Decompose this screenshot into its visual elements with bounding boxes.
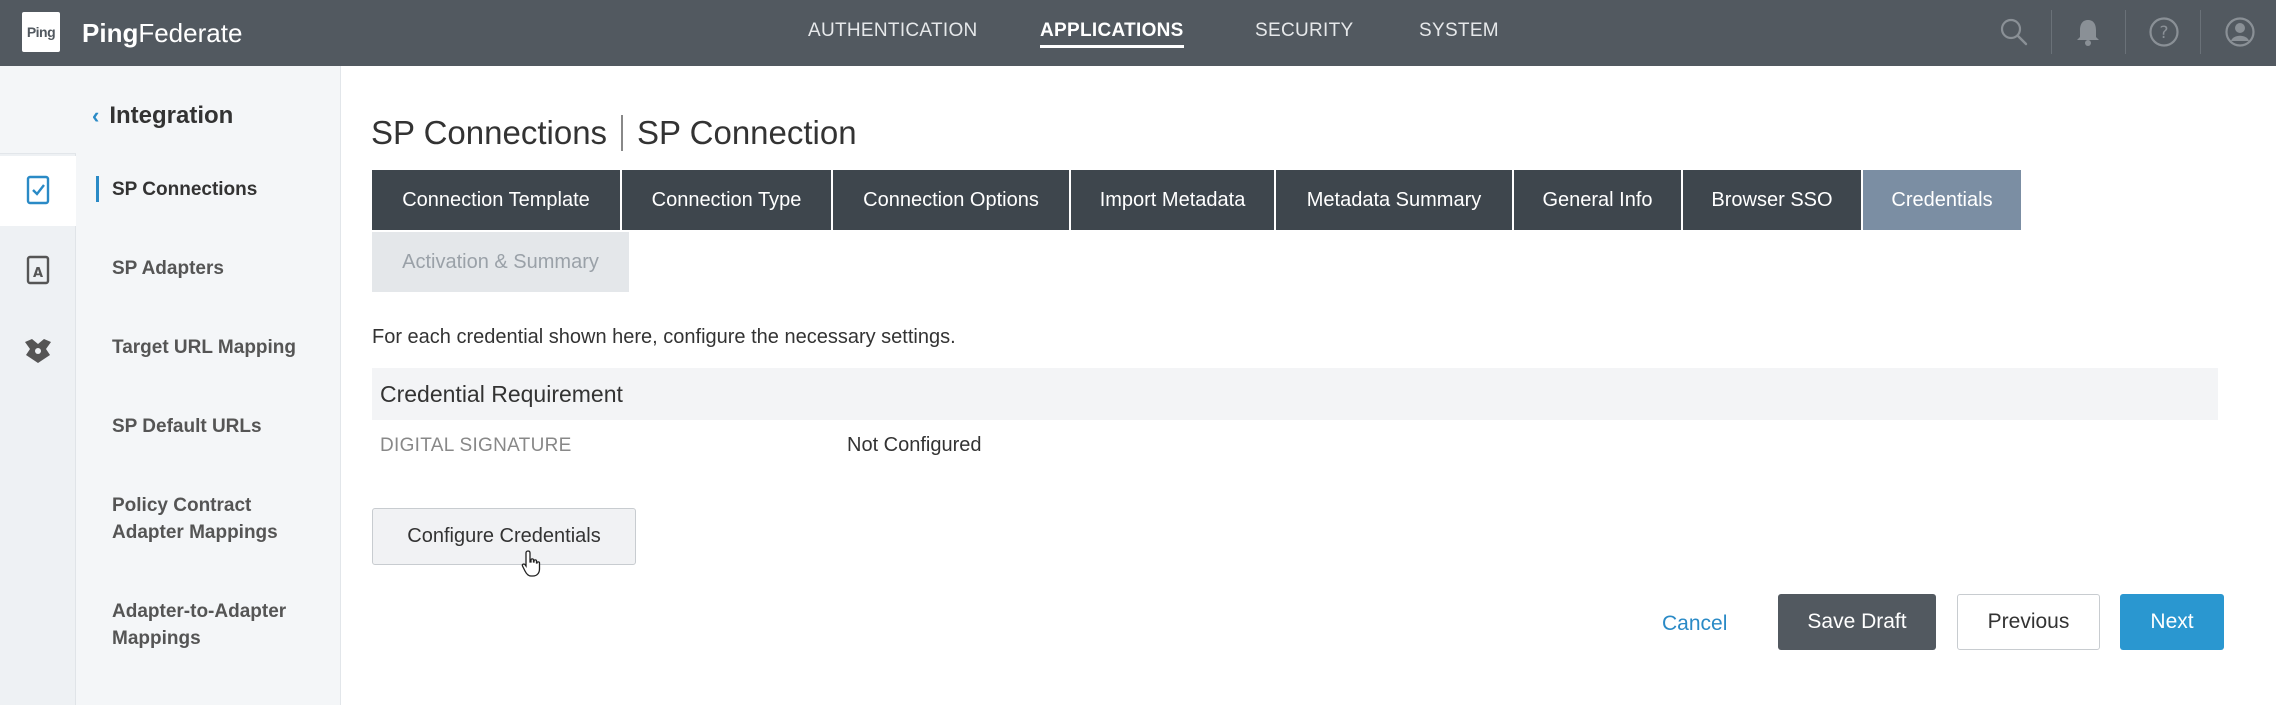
- brand-bold: Ping: [82, 18, 139, 48]
- cancel-link[interactable]: Cancel: [1662, 612, 1727, 636]
- main-content: SP Connections SP Connection Connection …: [341, 66, 2276, 705]
- tab-activation-summary: Activation & Summary: [372, 232, 629, 292]
- sidebar-item-adapter-to-adapter-mappings[interactable]: Adapter-to-Adapter Mappings: [112, 598, 312, 652]
- title-current: SP Connection: [637, 114, 857, 151]
- nav-system[interactable]: SYSTEM: [1419, 20, 1499, 42]
- rail-header: [0, 66, 76, 154]
- svg-text:?: ?: [2159, 23, 2168, 43]
- search-icon[interactable]: [1996, 14, 2032, 50]
- tab-import-metadata[interactable]: Import Metadata: [1071, 170, 1274, 230]
- sidebar-item-sp-connections[interactable]: SP Connections: [112, 176, 332, 203]
- instructions-text: For each credential shown here, configur…: [372, 326, 956, 348]
- top-separator: [2051, 10, 2052, 54]
- previous-button[interactable]: Previous: [1957, 594, 2100, 650]
- federation-icon[interactable]: [18, 331, 58, 371]
- digital-signature-label: DIGITAL SIGNATURE: [380, 435, 572, 456]
- sidebar-back-integration[interactable]: ‹ Integration: [92, 102, 233, 130]
- ping-logo[interactable]: Ping: [22, 12, 60, 52]
- hand-cursor-icon: [520, 549, 544, 579]
- configure-credentials-button[interactable]: Configure Credentials: [372, 508, 636, 565]
- top-bar: Ping PingFederate AUTHENTICATION APPLICA…: [0, 0, 2276, 66]
- user-icon[interactable]: [2222, 14, 2258, 50]
- sidebar-item-target-url-mapping[interactable]: Target URL Mapping: [112, 334, 332, 361]
- integration-sidebar: ‹ Integration SP Connections SP Adapters…: [76, 66, 341, 705]
- sidebar-item-sp-adapters[interactable]: SP Adapters: [112, 255, 332, 282]
- tab-credentials[interactable]: Credentials: [1863, 170, 2021, 230]
- digital-signature-status: Not Configured: [847, 434, 982, 456]
- brand-name: PingFederate: [82, 18, 242, 49]
- brand-light: Federate: [138, 18, 243, 48]
- svg-text:A: A: [33, 266, 43, 281]
- sidebar-item-sp-default-urls[interactable]: SP Default URLs: [112, 413, 332, 440]
- sidebar-item-policy-contract-adapter-mappings[interactable]: Policy Contract Adapter Mappings: [112, 492, 302, 546]
- tab-metadata-summary[interactable]: Metadata Summary: [1276, 170, 1512, 230]
- sidebar-back-label: Integration: [109, 102, 234, 129]
- nav-security[interactable]: SECURITY: [1255, 20, 1353, 42]
- title-divider: [621, 115, 624, 151]
- icon-rail: A: [0, 66, 76, 705]
- next-button[interactable]: Next: [2120, 594, 2224, 650]
- top-separator: [2200, 10, 2201, 54]
- credential-requirement-header: Credential Requirement: [372, 368, 2218, 420]
- chevron-left-icon: ‹: [92, 103, 100, 128]
- nav-authentication[interactable]: AUTHENTICATION: [808, 20, 978, 42]
- nav-applications[interactable]: APPLICATIONS: [1040, 20, 1184, 48]
- tab-connection-options[interactable]: Connection Options: [833, 170, 1069, 230]
- help-icon[interactable]: ?: [2146, 14, 2182, 50]
- adapter-icon[interactable]: A: [18, 250, 58, 290]
- save-draft-button[interactable]: Save Draft: [1778, 594, 1936, 650]
- title-parent[interactable]: SP Connections: [371, 114, 607, 152]
- tab-general-info[interactable]: General Info: [1514, 170, 1681, 230]
- active-indicator: [96, 176, 99, 202]
- top-separator: [2125, 10, 2126, 54]
- bell-icon[interactable]: [2070, 14, 2106, 50]
- connection-icon[interactable]: [18, 170, 58, 210]
- tab-connection-template[interactable]: Connection Template: [372, 170, 620, 230]
- page-title: SP Connections SP Connection: [371, 114, 857, 152]
- tab-browser-sso[interactable]: Browser SSO: [1683, 170, 1861, 230]
- tab-connection-type[interactable]: Connection Type: [622, 170, 831, 230]
